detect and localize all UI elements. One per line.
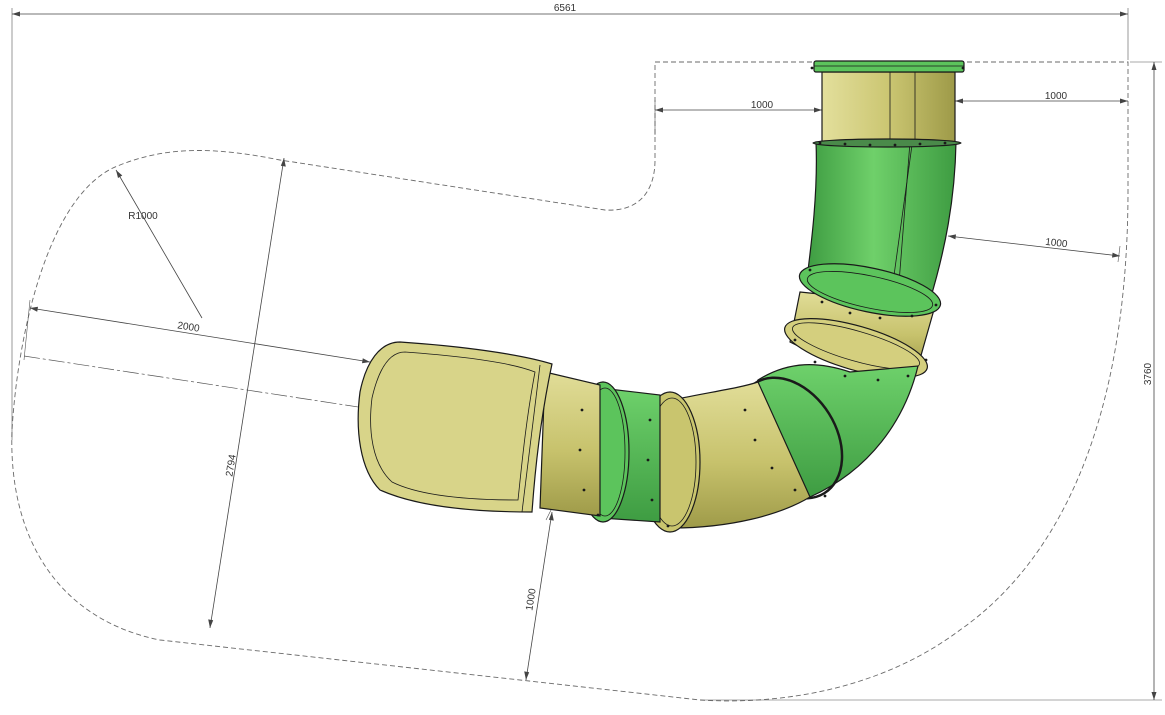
dimension-entry-height: 2794 xyxy=(208,157,286,629)
entry-mouth xyxy=(357,341,553,513)
flange-ring-top xyxy=(812,138,962,148)
top-straight-section xyxy=(821,71,956,143)
dimension-label-top-left: 1000 xyxy=(751,100,774,111)
dimension-label-entry-length: 2000 xyxy=(177,320,201,334)
dimension-label-radius: R1000 xyxy=(128,211,158,222)
dimension-label-bottom: 1000 xyxy=(524,587,538,611)
dimension-label-entry-height: 2794 xyxy=(224,453,238,477)
dimension-top-left: 1000 xyxy=(654,100,822,135)
tan-transition-section xyxy=(539,371,601,517)
drawing-canvas: 6561 3760 1000 1000 1000 R1000 2000 2794… xyxy=(11,3,1162,702)
dimension-label-overall-width: 6561 xyxy=(554,3,577,14)
top-flange-plate xyxy=(813,60,965,73)
dimension-label-top-right: 1000 xyxy=(1045,91,1068,102)
cad-drawing: 6561 3760 1000 1000 1000 R1000 2000 2794… xyxy=(0,0,1165,710)
dimension-top-right: 1000 xyxy=(955,91,1128,104)
dimension-label-side: 1000 xyxy=(1045,237,1069,251)
dimension-label-overall-height: 3760 xyxy=(1143,362,1154,385)
dimension-side: 1000 xyxy=(947,234,1121,263)
dimension-radius: R1000 xyxy=(115,169,203,319)
dimension-bottom: 1000 xyxy=(524,507,554,681)
